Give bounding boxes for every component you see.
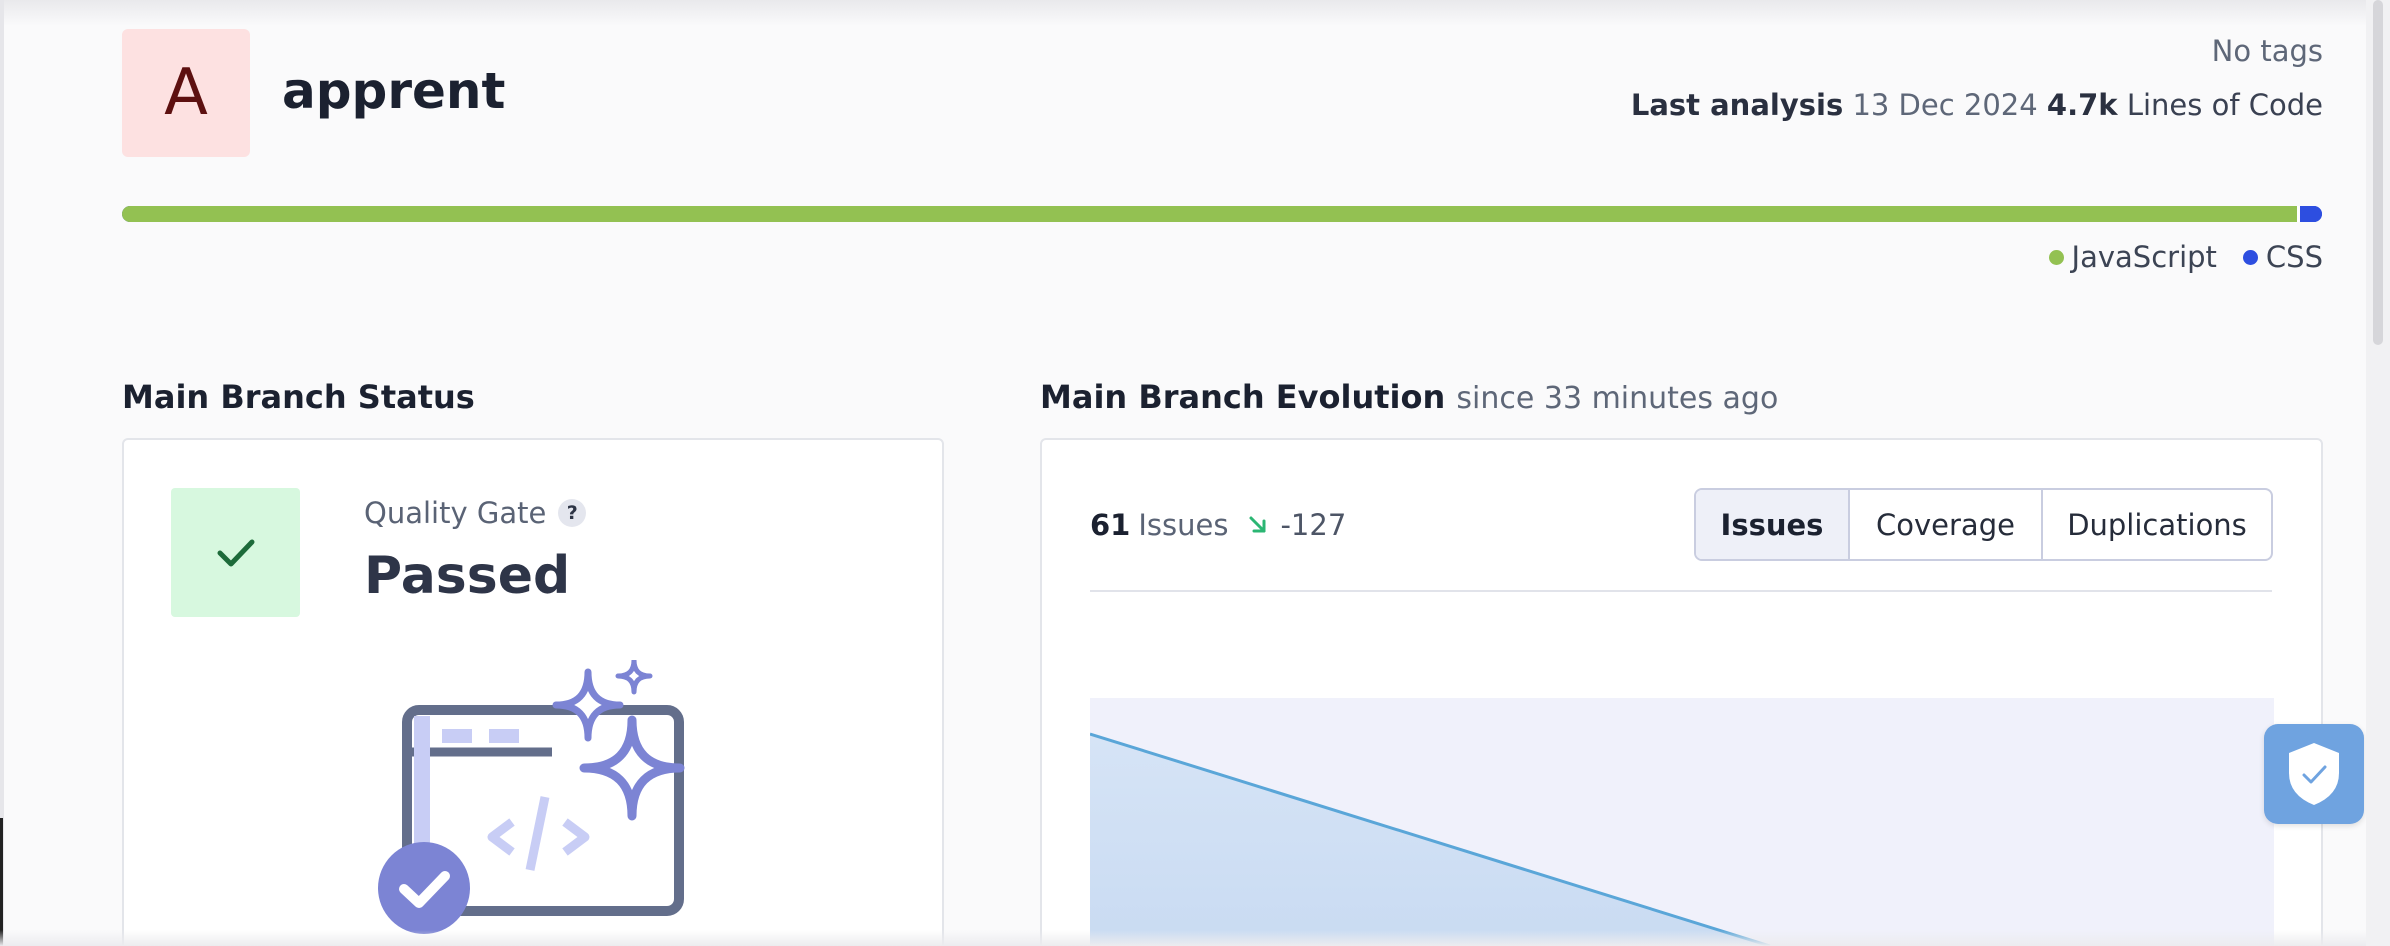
shield-glyph <box>2289 743 2339 805</box>
legend-label: JavaScript <box>2071 240 2217 274</box>
bottom-shadow <box>0 930 2390 946</box>
language-segment-css <box>2300 206 2322 222</box>
issues-label: Issues <box>1138 508 1229 542</box>
lines-of-code-label: Lines of Code <box>2126 88 2323 122</box>
legend-label: CSS <box>2265 240 2323 274</box>
last-analysis-label: Last analysis <box>1630 88 1844 122</box>
issues-summary: 61 Issues -127 <box>1090 508 1346 542</box>
project-avatar-letter: A <box>164 56 208 130</box>
last-analysis-date: 13 Dec 2024 <box>1852 88 2038 122</box>
project-name: apprent <box>282 62 506 120</box>
top-shadow <box>0 0 2390 26</box>
issues-count: 61 <box>1090 508 1131 542</box>
quality-gate-passed-badge <box>171 488 300 617</box>
left-edge <box>0 0 4 946</box>
evolution-since: since 33 minutes ago <box>1456 381 1779 416</box>
shield-check-icon[interactable] <box>2264 724 2364 824</box>
window-edge-mark <box>0 818 3 946</box>
quality-gate-label: Quality Gate <box>364 496 547 530</box>
legend-item-javascript: JavaScript <box>2048 240 2217 274</box>
check-icon <box>217 539 254 566</box>
lines-of-code-value: 4.7k <box>2046 88 2118 122</box>
passed-illustration <box>378 660 685 934</box>
help-icon[interactable]: ? <box>558 499 587 527</box>
language-segment-javascript <box>122 206 2298 222</box>
tab-duplications[interactable]: Duplications <box>2041 490 2271 559</box>
quality-gate-status: Passed <box>364 546 571 606</box>
tab-issues[interactable]: Issues <box>1696 490 1848 559</box>
quality-gate-heading: Quality Gate ? <box>364 496 587 530</box>
evolution-title-text: Main Branch Evolution <box>1040 378 1446 416</box>
project-tags[interactable]: No tags <box>2212 34 2323 68</box>
legend-dot <box>2048 249 2064 265</box>
evolution-metric-toggle: Issues Coverage Duplications <box>1694 488 2273 561</box>
main-branch-status-title: Main Branch Status <box>122 378 475 416</box>
page-scrollbar-thumb[interactable] <box>2373 0 2383 345</box>
chart-separator <box>1090 590 2272 592</box>
language-distribution-bar <box>122 206 2322 222</box>
legend-dot <box>2242 249 2258 265</box>
project-avatar: A <box>122 29 250 157</box>
issues-delta: -127 <box>1280 508 1347 542</box>
legend-item-css: CSS <box>2242 240 2323 274</box>
last-analysis-info: Last analysis 13 Dec 2024 4.7k Lines of … <box>1631 88 2323 122</box>
trend-down-icon <box>1249 516 1266 533</box>
issues-evolution-chart <box>1090 698 2274 946</box>
tab-coverage[interactable]: Coverage <box>1848 490 2041 559</box>
main-branch-evolution-title: Main Branch Evolution since 33 minutes a… <box>1040 378 1778 416</box>
language-legend: JavaScript CSS <box>2048 240 2323 274</box>
